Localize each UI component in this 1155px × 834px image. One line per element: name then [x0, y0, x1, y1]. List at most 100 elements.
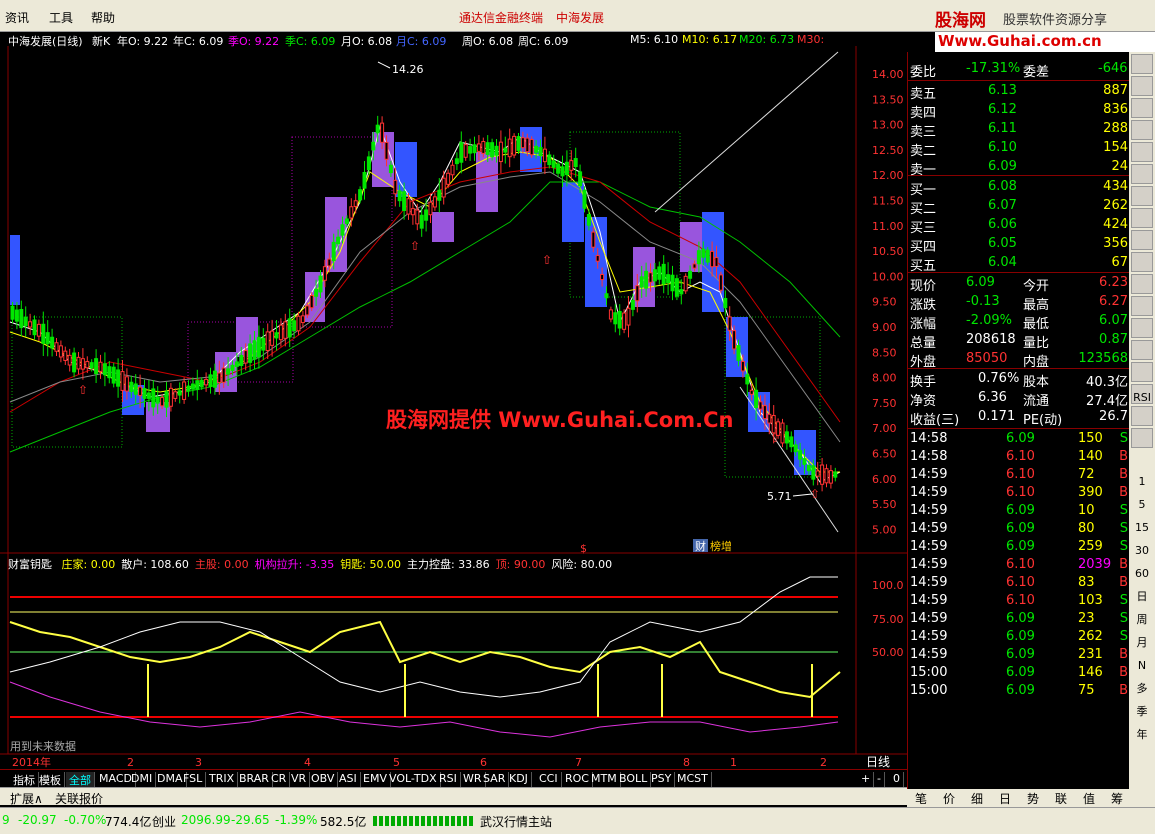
tool-icon[interactable] — [1131, 296, 1153, 316]
period-button[interactable]: 周 — [1131, 610, 1153, 630]
period-button[interactable]: 季 — [1131, 702, 1153, 722]
tool-icon[interactable] — [1131, 274, 1153, 294]
tick-row[interactable]: 14:59 6.10 2039 B — [908, 556, 1130, 574]
stat-row[interactable]: 现价 6.09 今开 6.23 — [908, 274, 1130, 294]
chart-area[interactable]: 中海发展(日线) 新K 年O: 9.22 年C: 6.09 季O: 9.22 季… — [0, 32, 907, 769]
tool-icon[interactable] — [1131, 164, 1153, 184]
stat-row[interactable]: 涨幅 -2.09% 最低 6.07 — [908, 312, 1130, 332]
bid-row[interactable]: 买三 6.06 424 — [908, 216, 1130, 236]
stat-row[interactable]: 涨跌 -0.13 最高 6.27 — [908, 293, 1130, 313]
period-button[interactable]: 多 — [1131, 679, 1153, 699]
bid-row[interactable]: 买二 6.07 262 — [908, 197, 1130, 217]
related-quotes-tab[interactable]: 关联报价 — [55, 790, 103, 807]
indicator-tab[interactable]: 指标 — [10, 772, 39, 787]
indicator-tab[interactable]: VR — [288, 772, 311, 787]
bid-row[interactable]: 买一 6.08 434 — [908, 178, 1130, 198]
quote-tab[interactable]: 细 — [971, 790, 983, 807]
indicator-tab[interactable]: KDJ — [506, 772, 532, 787]
ask-row[interactable]: 卖四 6.12 836 — [908, 101, 1130, 121]
tool-icon[interactable] — [1131, 186, 1153, 206]
tick-row[interactable]: 14:58 6.09 150 S — [908, 430, 1130, 448]
period-button[interactable]: RSI — [1131, 388, 1153, 408]
ask-row[interactable]: 卖一 6.09 24 — [908, 158, 1130, 178]
tool-icon[interactable] — [1131, 98, 1153, 118]
tool-icon[interactable] — [1131, 142, 1153, 162]
quote-tab[interactable]: 势 — [1027, 790, 1039, 807]
stat-row[interactable]: 外盘 85050 内盘 123568 — [908, 350, 1130, 370]
indicator-name[interactable]: 财富钥匙 — [8, 558, 52, 571]
kline-chart[interactable]: ⇧ ⇧ ⇧ ⇧ ⇧ 14.0013.5013.0012.5012.0011.50… — [0, 32, 907, 769]
tool-icon[interactable] — [1131, 76, 1153, 96]
indicator-tab[interactable]: 全部 — [66, 772, 95, 787]
indicator-tab[interactable]: ASI — [336, 772, 361, 787]
indicator-tab[interactable]: PSY — [648, 772, 676, 787]
period-button[interactable]: 年 — [1131, 725, 1153, 745]
stat2-row[interactable]: 净资 6.36 流通 27.4亿 — [908, 389, 1130, 409]
tick-row[interactable]: 14:59 6.10 83 B — [908, 574, 1130, 592]
period-button[interactable]: 1 — [1131, 472, 1153, 492]
ask-row[interactable]: 卖三 6.11 288 — [908, 120, 1130, 140]
period-button[interactable]: 5 — [1131, 495, 1153, 515]
quote-tab[interactable]: 联 — [1055, 790, 1067, 807]
menu-info[interactable]: 资讯 — [5, 9, 29, 26]
tick-row[interactable]: 14:59 6.10 103 S — [908, 592, 1130, 610]
tick-row[interactable]: 15:00 6.09 146 B — [908, 664, 1130, 682]
period-label[interactable]: 日线 — [866, 755, 890, 769]
tool-icon[interactable] — [1131, 318, 1153, 338]
tool-icon[interactable] — [1131, 362, 1153, 382]
quote-tab[interactable]: 筹 — [1111, 790, 1123, 807]
tick-row[interactable]: 15:00 6.09 75 B — [908, 682, 1130, 700]
tick-row[interactable]: 14:59 6.09 23 S — [908, 610, 1130, 628]
tool-icon[interactable] — [1131, 208, 1153, 228]
indicator-tab[interactable]: FSL — [180, 772, 207, 787]
tool-icon[interactable] — [1131, 340, 1153, 360]
menu-tools[interactable]: 工具 — [49, 9, 73, 26]
tick-row[interactable]: 14:59 6.09 262 S — [908, 628, 1130, 646]
indicator-tab[interactable]: SAR — [480, 772, 510, 787]
tick-row[interactable]: 14:59 6.10 390 B — [908, 484, 1130, 502]
indicator-tab[interactable]: TRIX — [206, 772, 239, 787]
indicator-tab[interactable]: MCST — [674, 772, 712, 787]
ask-row[interactable]: 卖五 6.13 887 — [908, 82, 1130, 102]
indicator-tab[interactable]: CR — [268, 772, 291, 787]
stat-row[interactable]: 总量 208618 量比 0.87 — [908, 331, 1130, 351]
tool-icon[interactable] — [1131, 428, 1153, 448]
event-tag[interactable]: 财 — [695, 539, 706, 553]
indicator-tab[interactable]: DMI — [128, 772, 157, 787]
indicator-tab[interactable]: RSI — [436, 772, 461, 787]
quote-tab[interactable]: 价 — [943, 790, 955, 807]
tick-row[interactable]: 14:59 6.09 10 S — [908, 502, 1130, 520]
quote-tab[interactable]: 值 — [1083, 790, 1095, 807]
period-button[interactable]: 月 — [1131, 633, 1153, 653]
zoom-tab[interactable]: - — [874, 772, 885, 787]
stat2-row[interactable]: 换手 0.76% 股本 40.3亿 — [908, 370, 1130, 390]
tool-icon[interactable] — [1131, 120, 1153, 140]
menu-help[interactable]: 帮助 — [91, 9, 115, 26]
period-button[interactable]: N — [1131, 656, 1153, 676]
period-button[interactable]: 日 — [1131, 587, 1153, 607]
quote-tab[interactable]: 日 — [999, 790, 1011, 807]
ask-row[interactable]: 卖二 6.10 154 — [908, 139, 1130, 159]
indicator-tab[interactable]: OBV — [308, 772, 339, 787]
zoom-tab[interactable]: + — [858, 772, 875, 787]
quote-tab[interactable]: 笔 — [915, 790, 927, 807]
indicator-tab[interactable]: VOL-TDX — [386, 772, 441, 787]
server-name[interactable]: 武汉行情主站 — [480, 813, 552, 830]
event-label[interactable]: 榜增 — [710, 539, 732, 553]
indicator-tab[interactable]: BOLL — [616, 772, 652, 787]
zoom-tab[interactable]: 0 — [890, 772, 904, 787]
period-button[interactable]: 15 — [1131, 518, 1153, 538]
expand-tab[interactable]: 扩展∧ — [10, 790, 43, 807]
tool-icon[interactable] — [1131, 54, 1153, 74]
bid-row[interactable]: 买五 6.04 67 — [908, 254, 1130, 274]
tick-row[interactable]: 14:59 6.09 259 S — [908, 538, 1130, 556]
bid-row[interactable]: 买四 6.05 356 — [908, 235, 1130, 255]
tick-row[interactable]: 14:59 6.10 72 B — [908, 466, 1130, 484]
period-button[interactable]: 30 — [1131, 541, 1153, 561]
tick-row[interactable]: 14:59 6.09 231 B — [908, 646, 1130, 664]
tool-icon[interactable] — [1131, 230, 1153, 250]
tool-icon[interactable] — [1131, 406, 1153, 426]
tick-row[interactable]: 14:58 6.10 140 B — [908, 448, 1130, 466]
period-button[interactable]: 60 — [1131, 564, 1153, 584]
tick-row[interactable]: 14:59 6.09 80 S — [908, 520, 1130, 538]
